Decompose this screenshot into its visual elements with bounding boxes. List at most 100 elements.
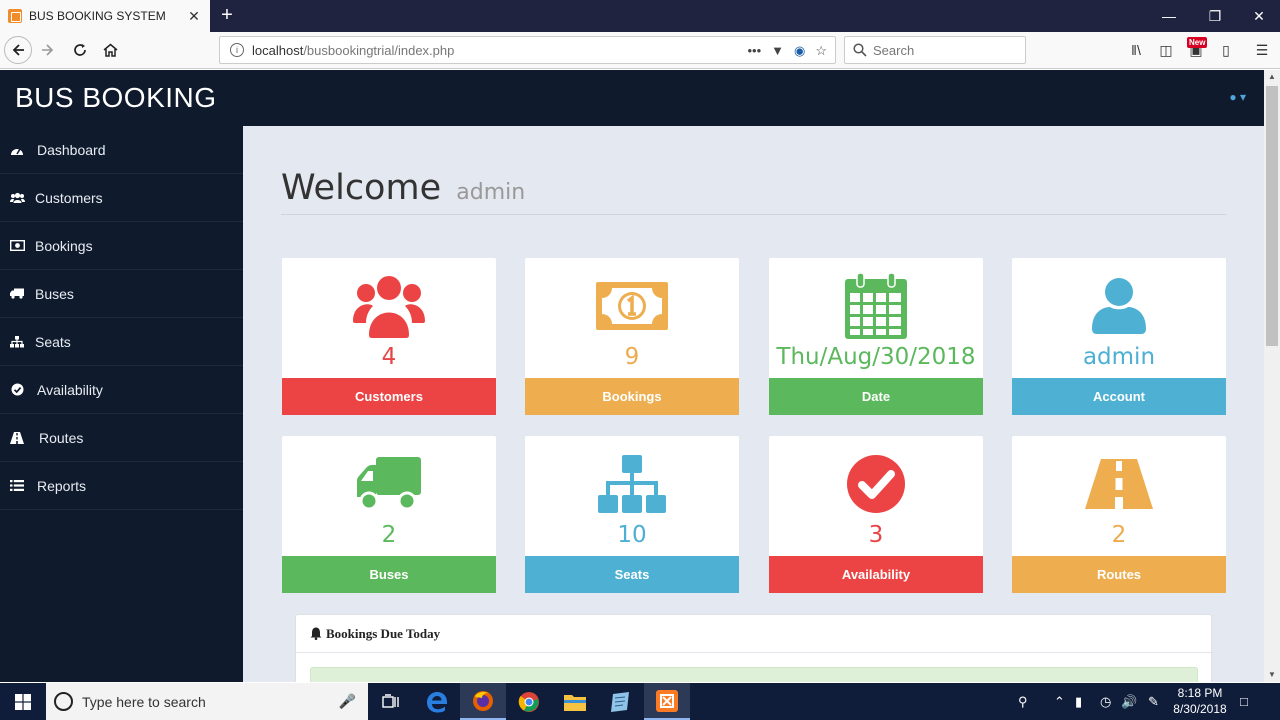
window-close-icon[interactable]: ✕ <box>1236 0 1280 32</box>
back-button[interactable] <box>4 36 32 64</box>
bookings-due-alert <box>310 667 1198 682</box>
sidebar-item-seats[interactable]: Seats <box>0 318 243 366</box>
action-center-icon[interactable]: □ <box>1240 683 1248 720</box>
sidebar-item-availability[interactable]: Availability <box>0 366 243 414</box>
pen-icon[interactable]: ✎ <box>1148 683 1159 720</box>
home-button[interactable] <box>96 36 124 64</box>
stat-card-date[interactable]: Thu/Aug/30/2018 Date <box>769 258 983 415</box>
page-actions-icon[interactable]: ••• <box>747 43 761 59</box>
road-icon <box>1012 448 1226 520</box>
reload-button[interactable] <box>66 36 94 64</box>
library-icon[interactable]: ‖\ <box>1122 36 1150 64</box>
stat-card-routes[interactable]: 2 Routes <box>1012 436 1226 593</box>
bookmark-star-icon[interactable]: ☆ <box>815 43 827 59</box>
edge-icon[interactable] <box>414 683 460 720</box>
file-explorer-icon[interactable] <box>552 683 598 720</box>
app-brand[interactable]: BUS BOOKING <box>15 82 217 114</box>
reload-icon <box>74 44 86 56</box>
sidebar-item-customers[interactable]: Customers <box>0 174 243 222</box>
chrome-icon[interactable] <box>506 683 552 720</box>
sidebar-item-bookings[interactable]: Bookings <box>0 222 243 270</box>
volume-icon[interactable]: 🔊 <box>1121 683 1137 720</box>
stat-card-availability[interactable]: 3 Availability <box>769 436 983 593</box>
taskbar-search-placeholder: Type here to search <box>82 693 206 710</box>
routes-card-label[interactable]: Routes <box>1012 556 1226 593</box>
extension-icon[interactable]: ◉ <box>794 43 805 59</box>
notepad-icon[interactable] <box>598 683 644 720</box>
availability-card-label[interactable]: Availability <box>769 556 983 593</box>
sidebar-item-buses[interactable]: Buses <box>0 270 243 318</box>
arrow-right-icon <box>42 44 54 56</box>
url-path: /busbookingtrial/index.php <box>303 42 455 58</box>
sitemap-icon <box>525 448 739 520</box>
page-scrollbar[interactable]: ▲ ▼ <box>1264 70 1280 682</box>
sidebar-item-routes[interactable]: Routes <box>0 414 243 462</box>
url-bar[interactable]: i localhost/busbookingtrial/index.php ••… <box>219 36 836 64</box>
customers-card-label[interactable]: Customers <box>282 378 496 415</box>
new-tab-button[interactable]: + <box>216 4 238 26</box>
user-menu-toggle[interactable]: ● ▾ <box>1229 90 1246 104</box>
close-tab-icon[interactable]: ✕ <box>186 8 202 25</box>
url-host: localhost <box>252 42 304 58</box>
buses-card-label[interactable]: Buses <box>282 556 496 593</box>
search-placeholder: Search <box>873 42 915 58</box>
restore-icon[interactable]: ❐ <box>1192 0 1238 32</box>
stat-card-account[interactable]: admin Account <box>1012 258 1226 415</box>
sidebar-item-label: Dashboard <box>37 141 106 158</box>
divider <box>281 214 1226 215</box>
current-date: Thu/Aug/30/2018 <box>776 344 976 370</box>
sidebar-item-label: Seats <box>35 333 71 350</box>
dashboard-content: Welcome admin 4 Customers 9 Bookings Thu… <box>243 126 1264 682</box>
sidebar-nav: Dashboard Customers Bookings Buses Seats… <box>0 126 243 682</box>
windows-logo-icon <box>15 693 31 710</box>
firefox-icon[interactable] <box>460 683 506 720</box>
welcome-username: admin <box>456 180 526 205</box>
people-icon[interactable]: ⚲ <box>1018 683 1028 720</box>
sidebar-item-dashboard[interactable]: Dashboard <box>0 126 243 174</box>
tab-title: BUS BOOKING SYSTEM <box>29 9 166 23</box>
panel-title: Bookings Due Today <box>326 625 441 641</box>
buses-count: 2 <box>381 522 397 548</box>
taskbar-search-box[interactable]: Type here to search 🎤 <box>46 683 368 720</box>
stat-card-seats[interactable]: 10 Seats <box>525 436 739 593</box>
task-view-icon[interactable] <box>368 683 414 720</box>
bell-icon <box>310 627 322 640</box>
sidebar-toggle-icon[interactable]: ◫ <box>1152 36 1180 64</box>
battery-icon[interactable]: ▮ <box>1075 683 1082 720</box>
sidebar-item-reports[interactable]: Reports <box>0 462 243 510</box>
account-card-label[interactable]: Account <box>1012 378 1226 415</box>
stat-card-bookings[interactable]: 9 Bookings <box>525 258 739 415</box>
browser-search-field[interactable]: Search <box>844 36 1026 64</box>
start-button[interactable] <box>0 683 46 720</box>
clock-date: 8/30/2018 <box>1173 702 1227 716</box>
browser-tab-strip: BUS BOOKING SYSTEM ✕ + — ❐ ✕ <box>0 0 1280 32</box>
seats-count: 10 <box>617 522 647 548</box>
stat-card-buses[interactable]: 2 Buses <box>282 436 496 593</box>
app-header: BUS BOOKING ● ▾ <box>0 70 1264 126</box>
scroll-up-icon[interactable]: ▲ <box>1264 70 1280 84</box>
site-info-icon[interactable]: i <box>230 43 244 57</box>
money-icon <box>9 239 25 253</box>
dashboard-icon <box>9 143 25 157</box>
bookings-count: 9 <box>624 344 640 370</box>
bookings-due-panel: Bookings Due Today <box>295 614 1212 682</box>
stat-card-customers[interactable]: 4 Customers <box>282 258 496 415</box>
scroll-down-icon[interactable]: ▼ <box>1264 668 1280 682</box>
forward-button[interactable] <box>34 36 62 64</box>
minimize-icon[interactable]: — <box>1146 0 1192 32</box>
scrollbar-thumb[interactable] <box>1266 86 1278 346</box>
system-clock[interactable]: 8:18 PM 8/30/2018 <box>1168 685 1232 717</box>
seats-card-label[interactable]: Seats <box>525 556 739 593</box>
availability-count: 3 <box>868 522 884 548</box>
wifi-icon[interactable]: ◷ <box>1100 683 1111 720</box>
sidebar-item-label: Customers <box>35 189 103 206</box>
pocket-icon[interactable]: ▼ <box>771 43 784 59</box>
show-hidden-icons[interactable]: ⌃ <box>1054 683 1065 720</box>
xampp-icon[interactable] <box>644 683 690 720</box>
bookings-card-label[interactable]: Bookings <box>525 378 739 415</box>
hamburger-menu-icon[interactable]: ☰ <box>1248 36 1276 64</box>
mobile-icon[interactable]: ▯ <box>1212 36 1240 64</box>
microphone-icon[interactable]: 🎤 <box>339 693 356 710</box>
date-card-label[interactable]: Date <box>769 378 983 415</box>
browser-tab[interactable]: BUS BOOKING SYSTEM ✕ <box>0 0 210 32</box>
